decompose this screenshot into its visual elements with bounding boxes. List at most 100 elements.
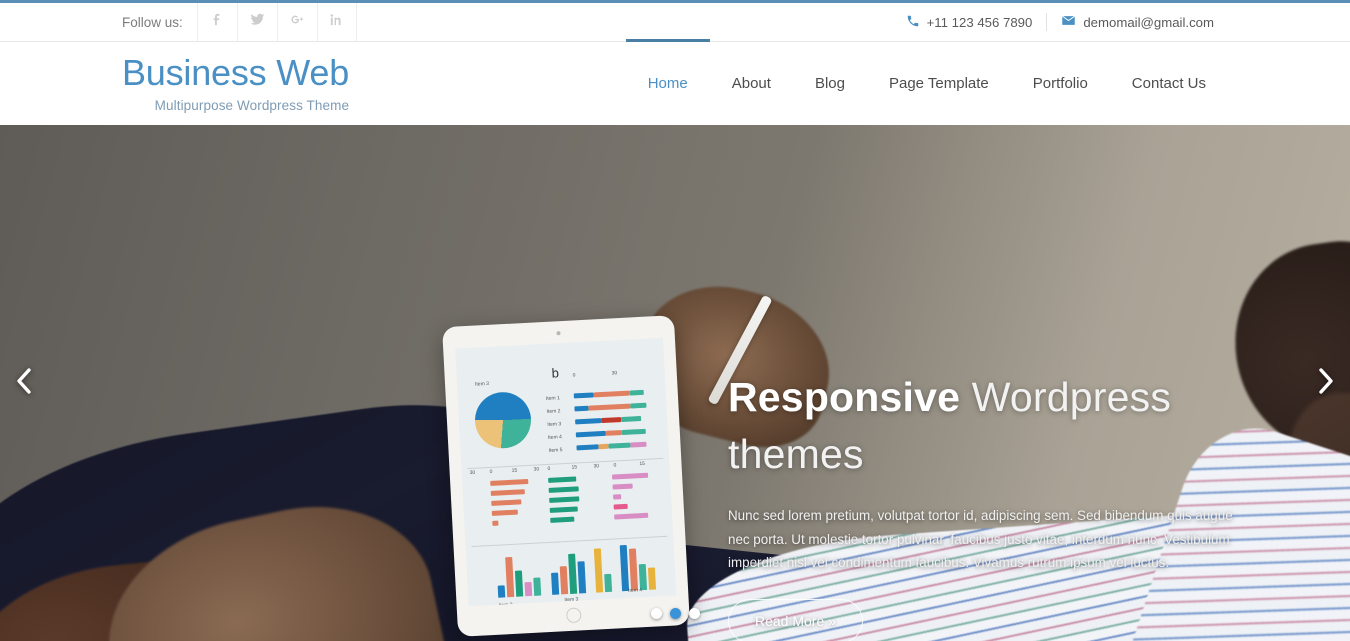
pink-bar-5: [614, 512, 649, 520]
social-link-facebook[interactable]: [196, 3, 237, 41]
hero-slider: Item 3 b Item 1 Item 2 Item 3 Item 4 Ite…: [0, 125, 1350, 641]
social-link-linkedin[interactable]: [316, 3, 357, 41]
axis-tick-left-1: 0: [489, 468, 493, 475]
tablet-dashboard-screen: Item 3 b Item 1 Item 2 Item 3 Item 4 Ite…: [455, 337, 677, 607]
bottom-label-2: Item 3: [564, 596, 579, 604]
green-bar-1: [548, 476, 577, 483]
orange-bar-1: [490, 478, 529, 486]
axis-tick-left-0: 30: [469, 469, 476, 477]
stacked-bar-5a: [576, 444, 599, 451]
col-bar-7: [559, 566, 569, 595]
slider-dot-2[interactable]: [669, 608, 681, 619]
stacked-bar-2a: [574, 405, 589, 412]
pink-bar-3: [613, 494, 622, 500]
nav-item-about[interactable]: About: [710, 42, 793, 125]
site-header: Business Web Multipurpose Wordpress Them…: [0, 39, 1350, 125]
hero-title-bold: Responsive: [728, 374, 961, 420]
topbar: Follow us: +11 123 456 7890 demomail@gma…: [0, 3, 1350, 42]
stacked-bar-4c: [621, 428, 646, 436]
col-bar-2: [505, 556, 515, 598]
hero-title: Responsive Wordpress themes: [728, 369, 1248, 482]
stacked-bar-1b: [593, 390, 630, 398]
stacked-bar-3b: [601, 417, 622, 424]
dashboard-pie-chart: [473, 390, 533, 450]
stacked-bar-3c: [620, 415, 642, 423]
topbar-right-group: +11 123 456 7890 demomail@gmail.com: [892, 3, 1228, 41]
topbar-left-group: Follow us:: [122, 3, 357, 41]
dashboard-heading: b: [551, 365, 560, 381]
slider-prev-button[interactable]: [4, 363, 44, 403]
social-link-twitter[interactable]: [236, 3, 277, 41]
stacked-label-5: Item 5: [548, 447, 563, 454]
green-bar-2: [548, 486, 579, 493]
email-address: demomail@gmail.com: [1083, 14, 1214, 30]
phone-icon: [906, 14, 920, 31]
phone-number: +11 123 456 7890: [926, 14, 1033, 30]
site-logo[interactable]: Business Web Multipurpose Wordpress Them…: [122, 51, 350, 113]
bottom-label-3: Item 4: [627, 587, 643, 594]
stacked-label-1: Item 1: [545, 395, 560, 402]
stacked-bar-3a: [575, 418, 602, 425]
axis-tick-left-2: 15: [511, 467, 518, 474]
stacked-bar-4a: [575, 430, 606, 438]
nav-item-contact-us[interactable]: Contact Us: [1110, 42, 1228, 125]
facebook-icon: [210, 12, 225, 32]
green-bar-4: [549, 506, 578, 513]
google-plus-icon: [290, 12, 305, 32]
stacked-bar-1a: [573, 392, 594, 399]
col-bar-13: [628, 548, 639, 591]
envelope-icon: [1061, 13, 1076, 31]
slider-dot-3[interactable]: [688, 608, 700, 619]
chevron-left-icon: [14, 367, 34, 400]
stacked-label-4: Item 4: [547, 434, 563, 441]
axis-tick-mid-1: 15: [571, 464, 578, 471]
contact-email[interactable]: demomail@gmail.com: [1046, 13, 1228, 31]
stacked-bar-4b: [605, 430, 622, 436]
brand-name: Business Web: [122, 51, 350, 93]
col-bar-10: [593, 548, 604, 593]
col-bar-12: [619, 544, 630, 592]
chevron-right-icon: [1316, 367, 1336, 400]
read-more-button[interactable]: Read More »: [728, 598, 863, 641]
green-bar-5: [550, 516, 575, 523]
axis-tick-top-1: 30: [611, 370, 618, 377]
follow-us-label: Follow us:: [122, 14, 183, 30]
slider-next-button[interactable]: [1306, 363, 1346, 403]
axis-tick-mid-0: 0: [547, 465, 551, 472]
pink-bar-4: [613, 503, 628, 510]
nav-item-home[interactable]: Home: [625, 39, 710, 125]
hero-description: Nunc sed lorem pretium, volutpat tortor …: [728, 508, 1233, 571]
orange-bar-3: [491, 499, 522, 506]
nav-item-blog[interactable]: Blog: [793, 42, 867, 125]
stacked-bar-2b: [588, 403, 631, 411]
col-bar-6: [551, 572, 560, 595]
pie-chart-label: Item 3: [474, 380, 490, 388]
stacked-bar-5c: [608, 442, 631, 449]
stacked-label-2: Item 2: [546, 408, 561, 415]
dashboard-divider-1: [467, 457, 664, 470]
hero-text-block: Responsive Wordpress themes Nunc sed lor…: [728, 369, 1248, 641]
stacked-bar-2c: [630, 402, 647, 409]
col-bar-9: [577, 561, 587, 594]
slider-pagination: [0, 608, 1350, 619]
dashboard-column-chart: [496, 543, 673, 598]
tablet-camera: [556, 331, 561, 336]
social-link-google-plus[interactable]: [276, 3, 317, 41]
green-bar-3: [549, 496, 580, 503]
stacked-label-3: Item 3: [547, 421, 562, 428]
pink-bar-1: [611, 472, 649, 480]
slider-dot-1[interactable]: [650, 608, 662, 619]
orange-bar-5: [492, 520, 499, 526]
col-bar-11: [604, 573, 613, 593]
linkedin-icon: [329, 12, 344, 32]
twitter-icon: [250, 12, 265, 32]
contact-phone[interactable]: +11 123 456 7890: [892, 14, 1047, 31]
pink-bar-2: [612, 483, 633, 490]
col-bar-8: [568, 553, 578, 594]
axis-tick-left-3: 30: [533, 466, 540, 473]
col-bar-5: [533, 577, 542, 596]
nav-item-portfolio[interactable]: Portfolio: [1011, 42, 1110, 125]
nav-item-page-template[interactable]: Page Template: [867, 42, 1011, 125]
orange-bar-4: [491, 509, 518, 516]
col-bar-15: [647, 567, 657, 590]
